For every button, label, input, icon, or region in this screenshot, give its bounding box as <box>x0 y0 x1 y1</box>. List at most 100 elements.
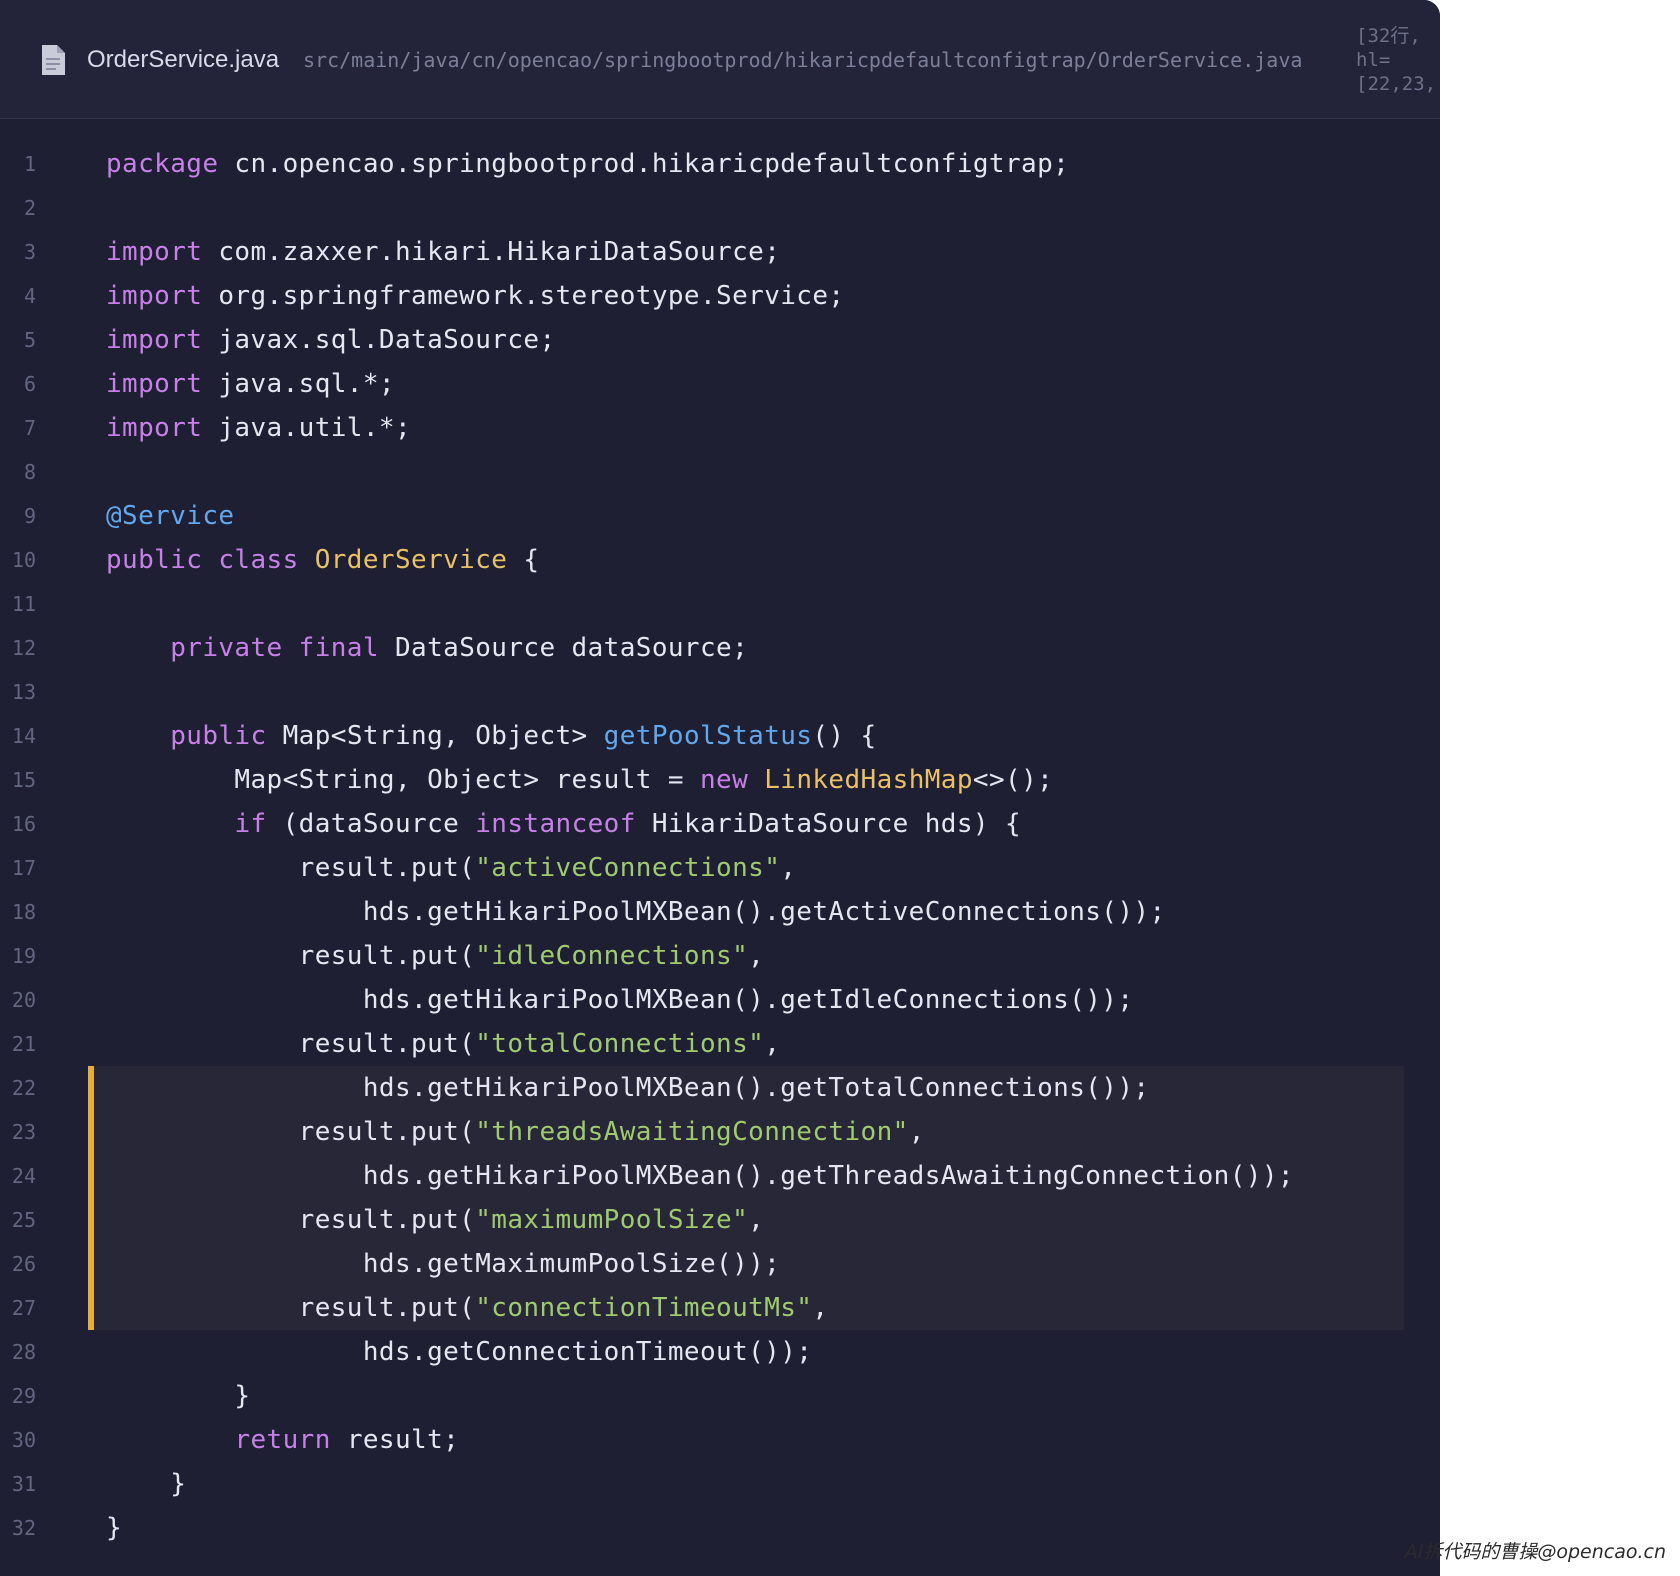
code-line[interactable]: 21 result.put("totalConnections", <box>0 1022 1440 1066</box>
line-number: 32 <box>11 1516 36 1540</box>
code-line[interactable]: 30 return result; <box>0 1418 1440 1462</box>
code-line[interactable]: 29 } <box>0 1374 1440 1418</box>
line-source: hds.getHikariPoolMXBean().getActiveConne… <box>106 890 1166 934</box>
line-source: result.put("totalConnections", <box>106 1022 780 1066</box>
code-token-annot: @Service <box>106 501 235 531</box>
line-source: } <box>106 1374 250 1418</box>
code-token-plain: java.sql.*; <box>202 369 395 399</box>
code-token-plain: Map<String, Object> result = <box>106 765 700 795</box>
line-source: hds.getHikariPoolMXBean().getTotalConnec… <box>106 1066 1149 1110</box>
line-number: 24 <box>11 1164 36 1188</box>
code-token-plain: cn.opencao.springbootprod.hikaricpdefaul… <box>218 149 1070 179</box>
code-line[interactable]: 19 result.put("idleConnections", <box>0 934 1440 978</box>
file-header: OrderService.java src/main/java/cn/openc… <box>0 0 1440 119</box>
code-token-keyword: public class <box>106 545 315 575</box>
line-number: 8 <box>23 460 36 484</box>
code-token-plain: com.zaxxer.hikari.HikariDataSource; <box>202 237 781 267</box>
code-token-plain: hds.getMaximumPoolSize()); <box>106 1249 781 1279</box>
code-line[interactable]: 4 import org.springframework.stereotype.S… <box>0 274 1440 318</box>
line-number: 5 <box>23 328 36 352</box>
line-source: import java.sql.*; <box>106 362 395 406</box>
line-source: import org.springframework.stereotype.Se… <box>106 274 844 318</box>
code-line[interactable]: 24 hds.getHikariPoolMXBean().getThreadsA… <box>0 1154 1440 1198</box>
line-number: 28 <box>11 1340 36 1364</box>
line-number: 2 <box>23 196 36 220</box>
file-name[interactable]: OrderService.java <box>87 44 279 76</box>
code-token-keyword: instanceof <box>475 809 636 839</box>
code-line[interactable]: 17 result.put("activeConnections", <box>0 846 1440 890</box>
code-token-method: getPoolStatus <box>603 721 813 751</box>
code-line[interactable]: 7 import java.util.*; <box>0 406 1440 450</box>
code-line[interactable]: 1 package cn.opencao.springbootprod.hikar… <box>0 142 1440 186</box>
line-meta-row: hl= <box>1356 49 1391 71</box>
code-line[interactable]: 8 <box>0 450 1440 494</box>
code-token-plain: result.put( <box>106 853 476 883</box>
code-line[interactable]: 23 result.put("threadsAwaitingConnection… <box>0 1110 1440 1154</box>
line-number: 11 <box>11 592 36 616</box>
line-source: private final DataSource dataSource; <box>106 626 748 670</box>
code-token-plain: , <box>764 1029 781 1059</box>
code-token-keyword: import <box>106 325 203 355</box>
code-token-string: "activeConnections" <box>475 853 781 883</box>
code-token-plain: , <box>748 941 765 971</box>
code-line[interactable]: 28 hds.getConnectionTimeout()); <box>0 1330 1440 1374</box>
code-token-plain: result.put( <box>106 941 476 971</box>
code-line[interactable]: 13 <box>0 670 1440 714</box>
code-token-plain: hds.getConnectionTimeout()); <box>106 1337 813 1367</box>
line-source: public Map<String, Object> getPoolStatus… <box>106 714 877 758</box>
code-token-plain: , <box>812 1293 829 1323</box>
code-line[interactable]: 26 hds.getMaximumPoolSize()); <box>0 1242 1440 1286</box>
line-source: hds.getHikariPoolMXBean().getIdleConnect… <box>106 978 1133 1022</box>
code-line[interactable]: 3 import com.zaxxer.hikari.HikariDataSour… <box>0 230 1440 274</box>
line-meta-row: [32行, <box>1356 25 1421 47</box>
code-line[interactable]: 32} <box>0 1506 1440 1550</box>
code-token-plain: javax.sql.DataSource; <box>202 325 556 355</box>
code-token-keyword: import <box>106 237 203 267</box>
code-line[interactable]: 14 public Map<String, Object> getPoolSta… <box>0 714 1440 758</box>
code-token-plain: HikariDataSource hds) { <box>635 809 1022 839</box>
code-token-plain: hds.getHikariPoolMXBean().getIdleConnect… <box>106 985 1134 1015</box>
code-token-plain: result.put( <box>106 1293 476 1323</box>
line-source: } <box>106 1462 186 1506</box>
code-line[interactable]: 15 Map<String, Object> result = new Link… <box>0 758 1440 802</box>
code-line[interactable]: 12 private final DataSource dataSource; <box>0 626 1440 670</box>
code-line[interactable]: 16 if (dataSource instanceof HikariDataS… <box>0 802 1440 846</box>
watermark: AI拆代码的曹操@opencao.cn <box>1404 1541 1666 1563</box>
code-line[interactable]: 10 public class OrderService { <box>0 538 1440 582</box>
line-number: 23 <box>11 1120 36 1144</box>
line-number: 10 <box>11 548 36 572</box>
line-source: result.put("idleConnections", <box>106 934 764 978</box>
line-source: Map<String, Object> result = new LinkedH… <box>106 758 1053 802</box>
code-body[interactable]: 1 package cn.opencao.springbootprod.hikar… <box>0 142 1440 1550</box>
code-token-plain: } <box>106 1469 187 1499</box>
line-source: result.put("activeConnections", <box>106 846 796 890</box>
line-source: result.put("connectionTimeoutMs", <box>106 1286 828 1330</box>
code-line[interactable]: 27 result.put("connectionTimeoutMs", <box>0 1286 1440 1330</box>
line-number: 20 <box>11 988 36 1012</box>
code-line[interactable]: 5 import javax.sql.DataSource; <box>0 318 1440 362</box>
code-token-plain: } <box>106 1513 123 1543</box>
code-token-string: "idleConnections" <box>475 941 749 971</box>
code-line[interactable]: 31 } <box>0 1462 1440 1506</box>
code-line[interactable]: 25 result.put("maximumPoolSize", <box>0 1198 1440 1242</box>
code-line[interactable]: 6 import java.sql.*; <box>0 362 1440 406</box>
line-source: import javax.sql.DataSource; <box>106 318 556 362</box>
code-viewer-panel: OrderService.java src/main/java/cn/openc… <box>0 0 1440 1576</box>
code-line[interactable]: 11 <box>0 582 1440 626</box>
code-token-plain: } <box>106 1381 251 1411</box>
code-line[interactable]: 20 hds.getHikariPoolMXBean().getIdleConn… <box>0 978 1440 1022</box>
code-token-type: OrderService <box>314 545 508 575</box>
code-line[interactable]: 2 <box>0 186 1440 230</box>
code-token-plain: hds.getHikariPoolMXBean().getThreadsAwai… <box>106 1161 1294 1191</box>
line-number: 9 <box>23 504 36 528</box>
code-token-plain: java.util.*; <box>202 413 412 443</box>
line-number: 12 <box>11 636 36 660</box>
code-line[interactable]: 9 @Service <box>0 494 1440 538</box>
code-token-plain: result.put( <box>106 1117 476 1147</box>
line-source: import java.util.*; <box>106 406 411 450</box>
code-line[interactable]: 18 hds.getHikariPoolMXBean().getActiveCo… <box>0 890 1440 934</box>
code-line[interactable]: 22 hds.getHikariPoolMXBean().getTotalCon… <box>0 1066 1440 1110</box>
line-number: 1 <box>23 152 36 176</box>
